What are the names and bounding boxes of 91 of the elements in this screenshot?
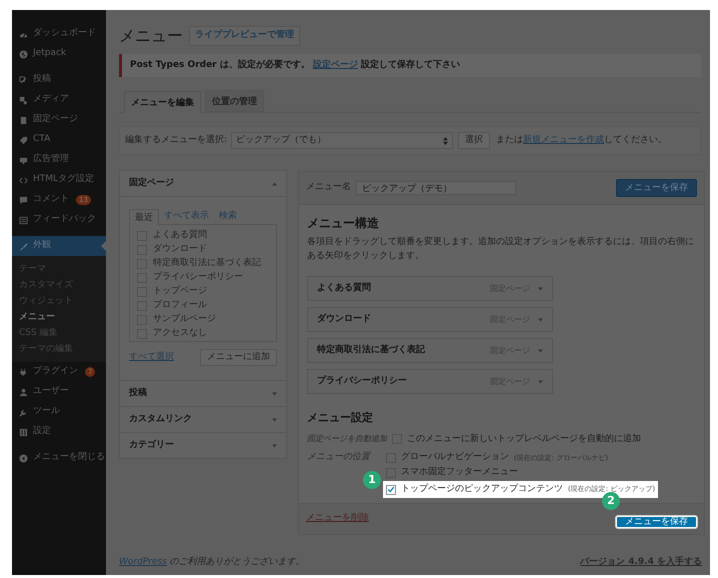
accordion-title: カテゴリー [129, 438, 174, 452]
accordion-header[interactable]: カスタムリンク [120, 407, 286, 432]
menu-item-title: よくある質問 [317, 282, 372, 295]
menu-select[interactable]: ピックアップ（でも） [231, 132, 454, 149]
notice-message: Post Types Order は、設定が必要です。 設定ページ 設定して保存して下さい [130, 58, 460, 72]
checkmark-icon [387, 485, 395, 494]
accordion-header[interactable]: 固定ページ [120, 171, 286, 196]
select-hint: または新規メニューを作成 してください。 [496, 134, 668, 147]
tab[interactable]: メニューを編集 [124, 91, 201, 113]
sidebar-item[interactable]: HTMLタグ設定 [12, 170, 106, 190]
sidebar-item[interactable]: 設定 [12, 422, 106, 442]
step-marker: 1 [363, 471, 381, 489]
field-label: メニューの位置 [307, 451, 372, 463]
expand-arrow-icon[interactable] [538, 286, 543, 290]
select-label: 編集するメニューを選択: [125, 134, 228, 147]
section-heading: メニュー構造 [307, 215, 380, 232]
menu-name-field[interactable]: ピックアップ（デモ） [356, 181, 516, 195]
field-label: 固定ページを自動追加 [307, 433, 387, 446]
media-icon [19, 96, 28, 104]
help-text: 各項目をドラッグして順番を変更します。追加の設定オプションを表示するには、項目の右側にある矢印をクリックします。 [307, 235, 695, 263]
sidebar-item[interactable]: ツール [12, 402, 106, 422]
footer-text: WordPress のご利用ありがとうございます。 [119, 556, 305, 568]
field-label: メニュー名 [306, 181, 351, 194]
step-marker: 2 [602, 492, 620, 510]
sidebar-item[interactable]: メディア [12, 90, 106, 110]
sidebar-item[interactable]: 広告管理 [12, 150, 106, 170]
page-icon [19, 116, 28, 124]
checkbox[interactable] [386, 484, 396, 494]
wrench-icon [19, 408, 28, 416]
checkbox-label: プライバシーポリシー [153, 271, 243, 284]
brush-icon [19, 242, 28, 250]
menu-item-title: 特定商取引法に基づく表記 [317, 344, 426, 357]
checkbox-label: アクセスなし [153, 327, 207, 340]
sidebar-item[interactable]: ユーザー [12, 382, 106, 402]
sidebar-item[interactable]: 固定ページ [12, 110, 106, 130]
menu-item-title: ダウンロード [317, 312, 372, 326]
sidebar-item[interactable]: Jetpack [12, 44, 106, 64]
checkbox-label: プロフィール [153, 299, 207, 312]
bolt-circle-icon [19, 50, 28, 58]
expand-arrow-icon[interactable] [272, 392, 277, 396]
accordion-header[interactable]: カテゴリー [120, 433, 286, 458]
add-to-menu-button[interactable]: メニューに追加 [200, 349, 277, 366]
accordion-title: 固定ページ [129, 176, 174, 190]
expand-arrow-icon[interactable] [272, 444, 277, 448]
person-icon [19, 388, 28, 396]
expand-arrow-icon[interactable] [538, 380, 543, 384]
collapse-arrow-icon[interactable] [272, 182, 277, 186]
expand-arrow-icon[interactable] [272, 418, 277, 422]
sliders-icon [19, 428, 28, 436]
panel-tab[interactable]: 最近 [129, 209, 159, 225]
sidebar-item[interactable]: フィードバック [12, 210, 106, 230]
delete-menu-link[interactable]: メニューを削除 [306, 512, 369, 526]
checkbox-label: サンプルページ [153, 313, 216, 326]
submenu-item[interactable]: メニュー [12, 309, 106, 325]
preview-button[interactable]: ライブプレビューで管理 [189, 26, 300, 46]
panel-tab[interactable]: すべて表示 [159, 208, 214, 224]
updown-arrow-icon [443, 136, 448, 144]
sidebar-item[interactable]: 外観 [12, 236, 106, 256]
checkbox-label: このメニューに新しいトップレベルページを自動的に追加 [407, 432, 641, 446]
sidebar-item[interactable]: ダッシュボード [12, 24, 106, 44]
checkbox-label: トップページのピックアップコンテンツ [401, 482, 563, 496]
plug-icon [19, 368, 28, 376]
checkbox-label: スマホ固定フッターメニュー [401, 466, 518, 480]
page-title: メニュー [119, 25, 183, 47]
wordpress-link[interactable]: WordPress [119, 556, 167, 566]
checkbox-label: トップページ [153, 285, 207, 298]
accordion-header[interactable]: 投稿 [120, 381, 286, 406]
checkbox-label: グローバルナビゲーション [401, 451, 509, 464]
select-all-link[interactable]: すべて選択 [129, 350, 174, 364]
code-icon [19, 176, 28, 184]
expand-arrow-icon[interactable] [538, 348, 543, 352]
menu-item-title: プライバシーポリシー [317, 374, 408, 388]
save-menu-button[interactable]: メニューを保存 [616, 179, 697, 197]
accordion-title: カスタムリンク [129, 412, 192, 426]
checkbox-label: ダウンロード [153, 243, 207, 256]
select-button[interactable]: 選択 [458, 132, 490, 149]
speech-bubble-icon [19, 196, 28, 204]
sidebar-item[interactable]: 投稿 [12, 70, 106, 90]
checkbox-label: よくある質問 [153, 229, 207, 242]
section-heading: メニュー設定 [307, 410, 374, 426]
save-menu-button[interactable]: メニューを保存 [616, 516, 697, 528]
settings-link[interactable]: 設定ページ [312, 60, 358, 70]
expand-arrow-icon[interactable] [538, 318, 543, 322]
checkbox-label: 特定商取引法に基づく表記 [153, 257, 261, 270]
sidebar-item[interactable]: メニューを閉じる [12, 448, 106, 468]
accordion-title: 投稿 [129, 386, 147, 400]
sidebar-item[interactable]: CTA [12, 130, 106, 150]
form-icon [19, 216, 28, 224]
panel-tab[interactable]: 検索 [214, 208, 242, 224]
create-menu-link[interactable]: 新規メニューを作成 [523, 134, 604, 145]
tag-icon [19, 136, 28, 144]
